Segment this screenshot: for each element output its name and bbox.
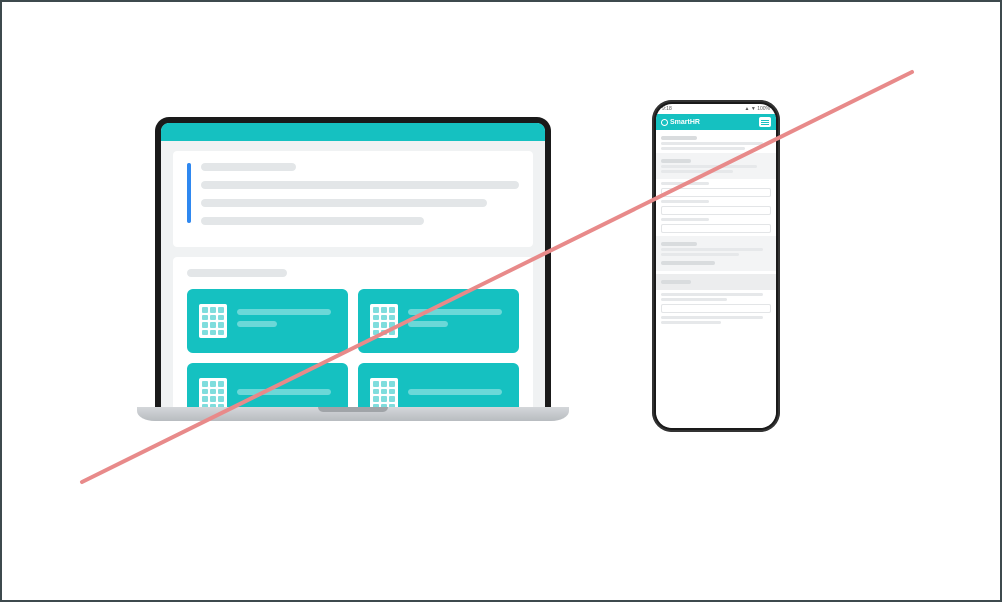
- laptop-base: [137, 407, 569, 421]
- placeholder-line: [661, 136, 697, 140]
- notice-text-placeholder: [201, 163, 519, 235]
- building-icon: [199, 378, 227, 407]
- placeholder-line: [661, 321, 721, 324]
- feature-card[interactable]: [358, 363, 519, 407]
- phone-screen: 9:18 ▲ ▼ 100% SmartHR: [656, 104, 776, 428]
- placeholder-line: [661, 261, 715, 265]
- placeholder-line: [201, 163, 296, 171]
- phone-content: [656, 130, 776, 428]
- feature-card[interactable]: [187, 289, 348, 353]
- placeholder-line: [201, 217, 424, 225]
- laptop-content-area: [161, 141, 545, 407]
- cards-panel: [173, 257, 533, 407]
- placeholder-line: [201, 181, 519, 189]
- placeholder-line: [661, 159, 691, 163]
- laptop-app-header-bar: [161, 123, 545, 141]
- section-heading-placeholder: [187, 269, 287, 277]
- placeholder-line: [408, 309, 502, 315]
- placeholder-line: [408, 321, 448, 327]
- laptop-bezel: [155, 117, 551, 407]
- text-input-placeholder[interactable]: [661, 304, 771, 313]
- card-text-placeholder: [408, 309, 507, 333]
- placeholder-line: [661, 165, 757, 168]
- building-icon: [370, 378, 398, 407]
- placeholder-line: [237, 309, 331, 315]
- placeholder-line: [661, 170, 733, 173]
- card-text-placeholder: [408, 389, 507, 401]
- status-time: 9:18: [662, 106, 672, 112]
- form-section: [656, 236, 776, 271]
- building-icon: [199, 304, 227, 338]
- card-grid: [187, 289, 519, 407]
- laptop-mockup: [137, 117, 569, 421]
- feature-card[interactable]: [187, 363, 348, 407]
- placeholder-line: [661, 280, 691, 284]
- placeholder-line: [408, 389, 502, 395]
- phone-mockup: 9:18 ▲ ▼ 100% SmartHR: [652, 100, 780, 432]
- brand-label: SmartHR: [670, 119, 700, 126]
- card-text-placeholder: [237, 309, 336, 333]
- form-section: [656, 153, 776, 179]
- placeholder-line: [661, 218, 709, 221]
- text-input-placeholder[interactable]: [661, 206, 771, 215]
- building-icon: [370, 304, 398, 338]
- placeholder-line: [661, 293, 763, 296]
- placeholder-line: [661, 242, 697, 246]
- placeholder-line: [661, 147, 745, 150]
- placeholder-line: [661, 248, 763, 251]
- hamburger-menu-button[interactable]: [759, 117, 771, 127]
- brand-logo-icon: [661, 119, 668, 126]
- placeholder-line: [661, 182, 709, 185]
- placeholder-line: [661, 298, 727, 301]
- app-brand: SmartHR: [661, 119, 700, 126]
- phone-status-bar: 9:18 ▲ ▼ 100%: [656, 104, 776, 114]
- laptop-screen: [161, 123, 545, 407]
- placeholder-line: [237, 321, 277, 327]
- phone-app-header: SmartHR: [656, 114, 776, 130]
- text-input-placeholder[interactable]: [661, 188, 771, 197]
- feature-card[interactable]: [358, 289, 519, 353]
- placeholder-line: [237, 389, 331, 395]
- notice-panel: [173, 151, 533, 247]
- placeholder-line: [661, 316, 763, 319]
- placeholder-line: [661, 142, 763, 145]
- card-text-placeholder: [237, 389, 336, 401]
- notice-accent-bar: [187, 163, 191, 223]
- placeholder-line: [661, 253, 739, 256]
- form-footer-section: [656, 274, 776, 290]
- placeholder-line: [661, 200, 709, 203]
- text-input-placeholder[interactable]: [661, 224, 771, 233]
- placeholder-line: [201, 199, 487, 207]
- status-indicators: ▲ ▼ 100%: [745, 106, 770, 112]
